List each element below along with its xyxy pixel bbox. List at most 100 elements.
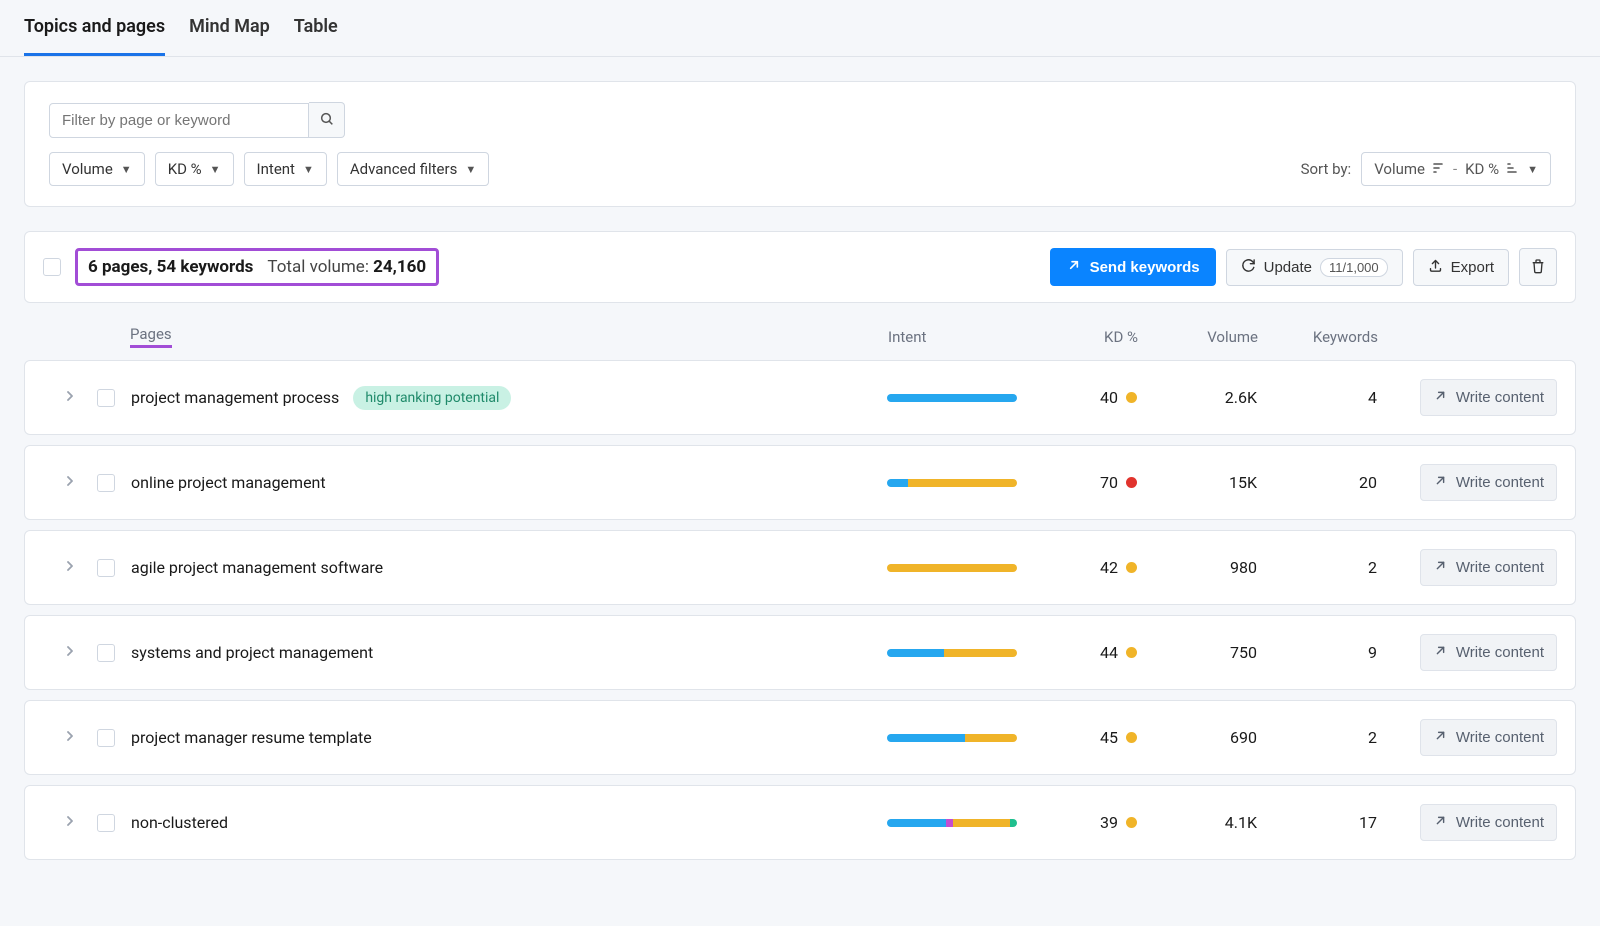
row-checkbox[interactable]: [97, 644, 115, 662]
select-all-checkbox[interactable]: [43, 258, 61, 276]
kd-cell: 70: [1037, 473, 1137, 492]
chevron-down-icon: ▼: [1527, 163, 1538, 176]
kd-cell: 40: [1037, 388, 1137, 407]
kd-dot-icon: [1126, 392, 1137, 403]
volume-cell: 750: [1137, 643, 1257, 662]
volume-cell: 15K: [1137, 473, 1257, 492]
chevron-down-icon: ▼: [121, 163, 132, 176]
row-checkbox[interactable]: [97, 729, 115, 747]
filter-advanced[interactable]: Advanced filters▼: [337, 152, 489, 186]
kd-cell: 39: [1037, 813, 1137, 832]
page-cell: agile project management software: [131, 558, 887, 577]
chevron-down-icon: ▼: [210, 163, 221, 176]
arrow-icon: [1433, 643, 1448, 662]
write-content-button[interactable]: Write content: [1420, 804, 1557, 841]
row-checkbox[interactable]: [97, 814, 115, 832]
expand-toggle[interactable]: [43, 645, 97, 660]
page-name[interactable]: systems and project management: [131, 643, 373, 662]
row-checkbox[interactable]: [97, 389, 115, 407]
col-intent[interactable]: Intent: [888, 328, 1038, 346]
col-kd[interactable]: KD %: [1038, 328, 1138, 346]
sort-label: Sort by:: [1301, 160, 1352, 178]
write-content-button[interactable]: Write content: [1420, 549, 1557, 586]
table-row: agile project management software 429802 W…: [24, 530, 1576, 605]
kd-cell: 44: [1037, 643, 1137, 662]
search-icon: [319, 111, 335, 130]
page-cell: online project management: [131, 473, 887, 492]
intent-bar: [887, 734, 1017, 742]
delete-button[interactable]: [1519, 248, 1557, 286]
kd-dot-icon: [1126, 817, 1137, 828]
refresh-icon: [1241, 258, 1256, 277]
table-header: Pages Intent KD % Volume Keywords: [24, 313, 1576, 360]
trash-icon: [1530, 258, 1546, 277]
page-name[interactable]: online project management: [131, 473, 326, 492]
row-checkbox[interactable]: [97, 559, 115, 577]
table-row: non-clustered394.1K17Write content: [24, 785, 1576, 860]
summary-bar: 6 pages, 54 keywords Total volume: 24,16…: [24, 231, 1576, 303]
summary-highlight: 6 pages, 54 keywords Total volume: 24,16…: [75, 248, 439, 286]
expand-toggle[interactable]: [43, 815, 97, 830]
search-input[interactable]: [49, 103, 309, 138]
send-keywords-button[interactable]: Send keywords: [1050, 248, 1216, 286]
kd-dot-icon: [1126, 562, 1137, 573]
update-button[interactable]: Update 11/1,000: [1226, 249, 1403, 286]
filter-kd[interactable]: KD %▼: [155, 152, 234, 186]
search-button[interactable]: [309, 102, 345, 138]
expand-toggle[interactable]: [43, 560, 97, 575]
arrow-icon: [1433, 813, 1448, 832]
row-checkbox[interactable]: [97, 474, 115, 492]
filter-volume[interactable]: Volume▼: [49, 152, 145, 186]
col-pages[interactable]: Pages: [130, 325, 172, 348]
kd-dot-icon: [1126, 732, 1137, 743]
expand-toggle[interactable]: [43, 475, 97, 490]
volume-cell: 980: [1137, 558, 1257, 577]
intent-bar: [887, 649, 1017, 657]
write-content-button[interactable]: Write content: [1420, 634, 1557, 671]
kd-cell: 42: [1037, 558, 1137, 577]
col-keywords[interactable]: Keywords: [1258, 328, 1378, 346]
chevron-down-icon: ▼: [303, 163, 314, 176]
ranking-potential-tag: high ranking potential: [353, 386, 511, 410]
keywords-cell: 2: [1257, 728, 1377, 747]
write-content-button[interactable]: Write content: [1420, 379, 1557, 416]
update-count-pill: 11/1,000: [1320, 258, 1388, 277]
page-name[interactable]: agile project management software: [131, 558, 383, 577]
arrow-icon: [1066, 257, 1082, 277]
filter-intent[interactable]: Intent▼: [244, 152, 327, 186]
page-cell: non-clustered: [131, 813, 887, 832]
keywords-cell: 2: [1257, 558, 1377, 577]
tab-bar: Topics and pages Mind Map Table: [0, 0, 1600, 57]
volume-cell: 4.1K: [1137, 813, 1257, 832]
page-name[interactable]: project manager resume template: [131, 728, 372, 747]
export-icon: [1428, 258, 1443, 277]
table-row: project manager resume template 456902 Wri…: [24, 700, 1576, 775]
intent-bar: [887, 819, 1017, 827]
arrow-icon: [1433, 558, 1448, 577]
arrow-icon: [1433, 728, 1448, 747]
page-cell: systems and project management: [131, 643, 887, 662]
keywords-cell: 9: [1257, 643, 1377, 662]
sort-asc-icon: [1507, 162, 1519, 177]
sort-select[interactable]: Volume - KD % ▼: [1361, 152, 1551, 186]
page-name[interactable]: project management process: [131, 388, 339, 407]
arrow-icon: [1433, 473, 1448, 492]
write-content-button[interactable]: Write content: [1420, 719, 1557, 756]
col-volume[interactable]: Volume: [1138, 328, 1258, 346]
page-name[interactable]: non-clustered: [131, 813, 228, 832]
volume-cell: 690: [1137, 728, 1257, 747]
expand-toggle[interactable]: [43, 730, 97, 745]
write-content-button[interactable]: Write content: [1420, 464, 1557, 501]
summary-volume-label: Total volume:: [267, 257, 369, 277]
tab-topics-pages[interactable]: Topics and pages: [24, 0, 165, 56]
summary-volume-value: 24,160: [373, 257, 426, 277]
expand-toggle[interactable]: [43, 390, 97, 405]
kd-cell: 45: [1037, 728, 1137, 747]
table-row: project management process high ranking p…: [24, 360, 1576, 435]
tab-mind-map[interactable]: Mind Map: [189, 0, 270, 56]
export-button[interactable]: Export: [1413, 249, 1509, 286]
intent-bar: [887, 564, 1017, 572]
filter-panel: Volume▼ KD %▼ Intent▼ Advanced filters▼ …: [24, 81, 1576, 207]
sort-desc-icon: [1433, 162, 1445, 177]
tab-table[interactable]: Table: [294, 0, 338, 56]
